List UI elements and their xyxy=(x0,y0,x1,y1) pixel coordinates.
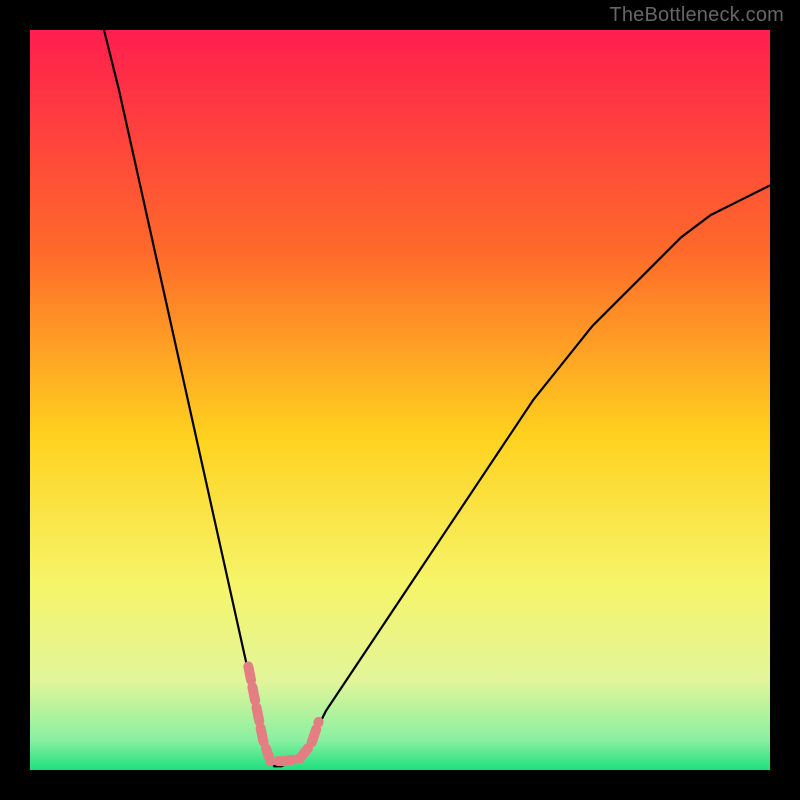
chart-svg xyxy=(30,30,770,770)
plot-area xyxy=(30,30,770,770)
chart-frame: TheBottleneck.com xyxy=(0,0,800,800)
gradient-background xyxy=(30,30,770,770)
watermark-text: TheBottleneck.com xyxy=(609,4,784,27)
